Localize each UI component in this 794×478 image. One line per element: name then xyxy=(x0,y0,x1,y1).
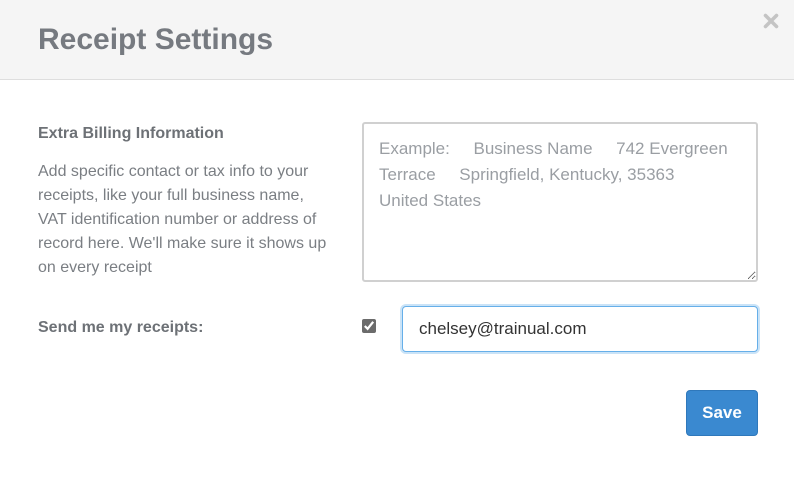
close-icon xyxy=(763,13,779,29)
modal-header: Receipt Settings xyxy=(0,0,794,80)
modal-title: Receipt Settings xyxy=(38,23,274,56)
save-button[interactable]: Save xyxy=(686,390,758,436)
billing-info-textarea[interactable] xyxy=(362,122,758,282)
send-receipts-checkbox[interactable] xyxy=(362,319,376,333)
receipt-email-input[interactable] xyxy=(402,306,758,352)
close-button[interactable] xyxy=(760,10,782,32)
billing-heading: Extra Billing Information xyxy=(38,125,224,142)
send-receipts-label: Send me my receipts: xyxy=(38,319,204,336)
billing-description: Add specific contact or tax info to your… xyxy=(38,163,327,276)
